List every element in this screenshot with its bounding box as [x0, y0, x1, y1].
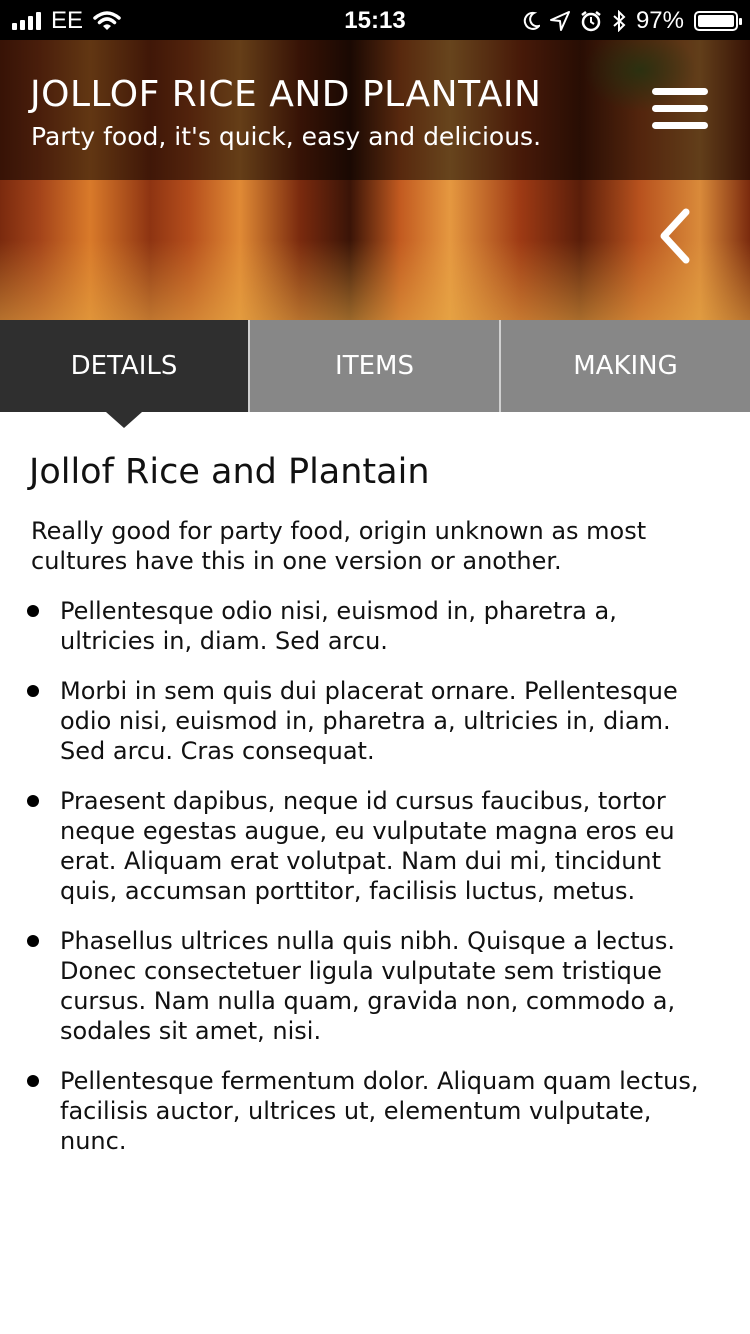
tab-items[interactable]: ITEMS — [248, 320, 499, 412]
alarm-icon — [581, 11, 601, 32]
location-icon — [549, 11, 570, 31]
hero-title-bar: JOLLOF RICE AND PLANTAIN Party food, it'… — [0, 40, 750, 180]
back-button[interactable] — [652, 208, 702, 264]
status-right: 97% — [522, 7, 742, 35]
battery-percent: 97% — [635, 7, 684, 34]
tab-making[interactable]: MAKING — [499, 320, 750, 412]
page-title: JOLLOF RICE AND PLANTAIN — [30, 74, 542, 115]
hero-image: JOLLOF RICE AND PLANTAIN Party food, it'… — [0, 40, 750, 320]
detail-list: Pellentesque odio nisi, euismod in, phar… — [0, 596, 750, 1176]
list-item: Morbi in sem quis dui placerat ornare. P… — [0, 676, 750, 766]
status-bar: EE 15:13 97% — [0, 0, 750, 40]
tab-details[interactable]: DETAILS — [0, 320, 248, 428]
battery-icon — [694, 11, 742, 31]
chevron-left-icon — [660, 208, 690, 264]
recipe-intro: Really good for party food, origin unkno… — [31, 517, 647, 575]
tab-bar: DETAILS ITEMS MAKING — [0, 320, 750, 428]
menu-icon — [652, 88, 708, 95]
list-item: Pellentesque fermentum dolor. Aliquam qu… — [0, 1066, 750, 1156]
menu-button[interactable] — [652, 88, 708, 130]
list-item: Praesent dapibus, neque id cursus faucib… — [0, 786, 750, 906]
page-subtitle: Party food, it's quick, easy and delicio… — [31, 122, 542, 151]
bluetooth-icon — [613, 10, 626, 32]
list-item: Pellentesque odio nisi, euismod in, phar… — [0, 596, 750, 656]
moon-icon — [523, 11, 540, 30]
list-item: Phasellus ultrices nulla quis nibh. Quis… — [0, 926, 750, 1046]
recipe-heading: Jollof Rice and Plantain — [29, 452, 430, 492]
